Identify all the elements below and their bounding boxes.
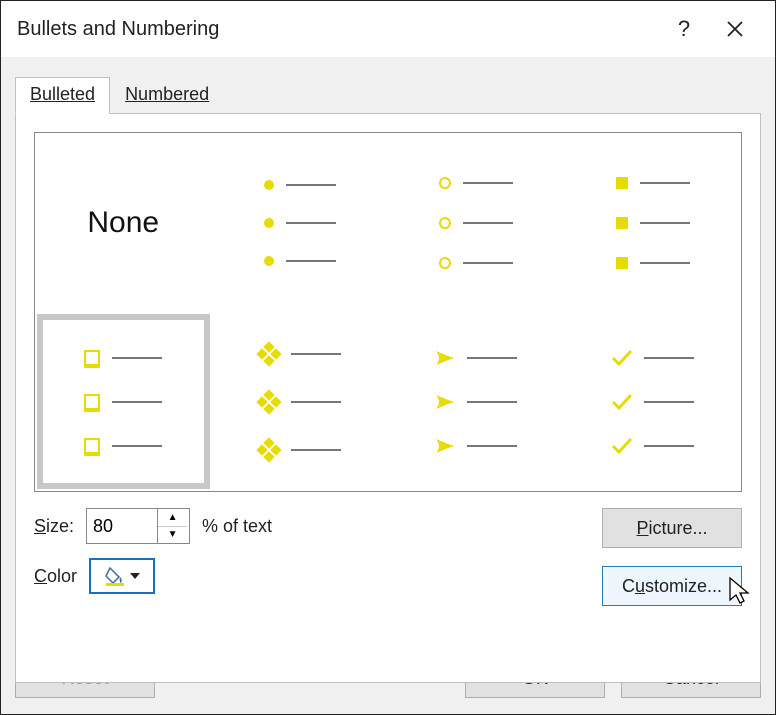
bullet-option-four-diamonds[interactable] (212, 312, 389, 491)
preview (264, 180, 336, 266)
customize-button[interactable]: Customize... (602, 566, 742, 606)
tab-bulleted[interactable]: Bulleted (15, 77, 110, 114)
filled-dot-icon (264, 180, 274, 190)
spin-up-button[interactable]: ▲ (158, 509, 187, 527)
color-picker-button[interactable] (89, 558, 155, 594)
preview (612, 350, 694, 454)
filled-square-icon (616, 257, 628, 269)
arrow-icon (435, 394, 455, 410)
size-label: Size: (34, 516, 74, 537)
tab-numbered[interactable]: Numbered (110, 77, 224, 114)
none-label: None (87, 206, 159, 240)
help-button[interactable]: ? (659, 16, 709, 42)
paint-bucket-icon (104, 565, 126, 587)
bullet-option-arrow[interactable] (388, 312, 565, 491)
arrow-icon (435, 438, 455, 454)
preview (259, 344, 341, 460)
tab-strip: Bulleted Numbered (1, 57, 775, 114)
chevron-down-icon (130, 573, 140, 579)
bullet-option-filled-dot[interactable] (212, 133, 389, 312)
hollow-circle-icon (439, 217, 451, 229)
tab-bulleted-label: Bulleted (30, 84, 95, 104)
size-spinbox[interactable]: ▲ ▼ (86, 508, 190, 544)
bullet-option-checkmark[interactable] (565, 312, 742, 491)
close-button[interactable] (709, 20, 761, 38)
picture-button[interactable]: Picture... (602, 508, 742, 548)
titlebar: Bullets and Numbering ? (1, 1, 775, 57)
hollow-circle-icon (439, 257, 451, 269)
bullet-option-filled-square[interactable] (565, 133, 742, 312)
hollow-square-icon (84, 350, 100, 366)
filled-dot-icon (264, 256, 274, 266)
pct-of-text-label: % of text (202, 516, 272, 537)
bullets-numbering-dialog: Bullets and Numbering ? Bulleted Numbere… (0, 0, 776, 715)
arrow-icon (435, 350, 455, 366)
tab-panel: None (15, 113, 761, 683)
preview (439, 177, 513, 269)
checkmark-icon (612, 438, 632, 454)
four-diamonds-icon (259, 440, 279, 460)
color-label: Color (34, 566, 77, 587)
tab-numbered-label: Numbered (125, 84, 209, 104)
bullet-option-hollow-circle[interactable] (388, 133, 565, 312)
four-diamonds-icon (259, 344, 279, 364)
preview (435, 350, 517, 454)
bullet-option-hollow-square[interactable] (35, 312, 212, 491)
bullet-option-none[interactable]: None (35, 133, 212, 312)
filled-square-icon (616, 217, 628, 229)
spin-buttons: ▲ ▼ (157, 509, 187, 543)
bullet-style-grid: None (34, 132, 742, 492)
spin-down-button[interactable]: ▼ (158, 527, 187, 544)
dialog-body: Bulleted Numbered None (1, 57, 775, 714)
filled-dot-icon (264, 218, 274, 228)
checkmark-icon (612, 350, 632, 366)
checkmark-icon (612, 394, 632, 410)
four-diamonds-icon (259, 392, 279, 412)
hollow-square-icon (84, 394, 100, 410)
dialog-title: Bullets and Numbering (17, 18, 659, 41)
preview (616, 177, 690, 269)
size-input[interactable] (87, 509, 157, 543)
hollow-circle-icon (439, 177, 451, 189)
right-buttons: Picture... Customize... (602, 508, 742, 606)
hollow-square-icon (84, 438, 100, 454)
filled-square-icon (616, 177, 628, 189)
preview (84, 350, 162, 454)
